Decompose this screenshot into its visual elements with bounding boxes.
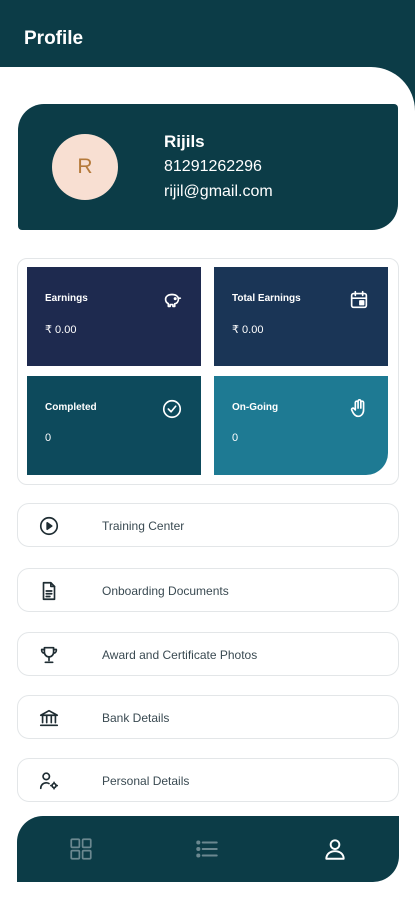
earnings-card[interactable]: Earnings ₹ 0.00	[27, 267, 201, 366]
user-settings-icon	[39, 772, 59, 790]
stat-label: Completed	[45, 402, 97, 413]
trophy-icon	[40, 646, 58, 664]
content-sheet: R Rijils 81291262296 rijil@gmail.com Ear…	[0, 67, 415, 900]
menu-label: Bank Details	[102, 711, 170, 725]
menu-label: Onboarding Documents	[102, 584, 229, 598]
calendar-icon	[350, 290, 368, 309]
stat-value: ₹ 0.00	[232, 324, 264, 336]
profile-email: rijil@gmail.com	[164, 183, 273, 200]
avatar[interactable]: R	[52, 134, 118, 200]
menu-personal-details[interactable]: Personal Details	[17, 758, 399, 802]
menu-label: Training Center	[102, 519, 185, 533]
profile-card[interactable]: R Rijils 81291262296 rijil@gmail.com	[18, 104, 398, 230]
menu-label: Personal Details	[102, 774, 190, 788]
profile-phone: 81291262296	[164, 158, 262, 175]
menu-onboarding-documents[interactable]: Onboarding Documents	[17, 568, 399, 612]
page-title: Profile	[24, 28, 84, 49]
stat-value: 0	[232, 432, 239, 444]
check-circle-icon	[162, 399, 182, 419]
stat-label: Total Earnings	[232, 293, 301, 304]
menu-bank-details[interactable]: Bank Details	[17, 695, 399, 739]
bank-icon	[39, 709, 59, 727]
play-circle-icon	[39, 516, 59, 536]
grid-icon[interactable]	[68, 836, 94, 862]
user-icon[interactable]	[322, 836, 348, 862]
menu-label: Award and Certificate Photos	[102, 648, 258, 662]
app-header: Profile	[0, 0, 415, 70]
hand-icon	[350, 399, 365, 418]
stat-label: On-Going	[232, 402, 279, 413]
menu-award-certificate-photos[interactable]: Award and Certificate Photos	[17, 632, 399, 676]
completed-card[interactable]: Completed 0	[27, 376, 201, 475]
bottom-nav	[17, 816, 399, 882]
stat-value: ₹ 0.00	[45, 324, 77, 336]
profile-name: Rijils	[164, 132, 205, 151]
total-earnings-card[interactable]: Total Earnings ₹ 0.00	[214, 267, 388, 366]
piggy-bank-icon	[164, 293, 182, 308]
list-icon[interactable]	[194, 836, 220, 862]
stats-panel: Earnings ₹ 0.00 Total Earnings ₹ 0.00 Co…	[17, 258, 399, 485]
document-icon	[42, 581, 56, 601]
menu-training-center[interactable]: Training Center	[17, 503, 399, 547]
stat-value: 0	[45, 432, 52, 444]
ongoing-card[interactable]: On-Going 0	[214, 376, 388, 475]
stat-label: Earnings	[45, 293, 88, 304]
